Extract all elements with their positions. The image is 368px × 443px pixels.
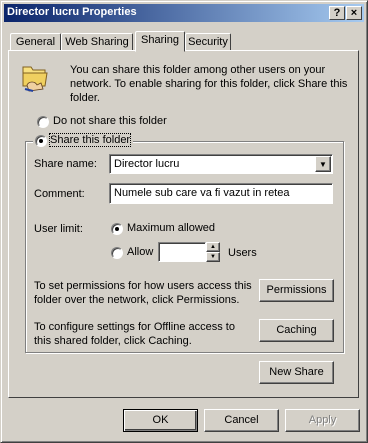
share-this-folder-label[interactable]: Share this folder — [48, 133, 132, 147]
share-this-folder-radio[interactable] — [35, 135, 47, 147]
share-name-value: Director lucru — [114, 158, 180, 170]
tab-security[interactable]: Security — [185, 33, 231, 51]
cancel-button[interactable]: Cancel — [204, 409, 279, 432]
info-text-line2: network. To enable sharing for this fold… — [70, 78, 348, 90]
arrow-up-icon: ▲ — [210, 244, 216, 250]
chevron-down-icon: ▼ — [319, 160, 327, 169]
tab-sharing[interactable]: Sharing — [135, 31, 185, 52]
share-name-label: Share name: — [34, 158, 97, 170]
permissions-text-line2: folder over the network, click Permissio… — [34, 294, 240, 306]
allow-users-input[interactable] — [158, 242, 206, 262]
properties-dialog: Director lucru Properties ? × General We… — [0, 0, 368, 443]
share-group-caption: Share this folder — [33, 133, 133, 148]
do-not-share-radio[interactable] — [37, 116, 49, 128]
permissions-button[interactable]: Permissions — [259, 279, 334, 302]
tab-web-sharing[interactable]: Web Sharing — [61, 33, 133, 51]
ok-button[interactable]: OK — [123, 409, 198, 432]
share-name-combobox[interactable]: Director lucru ▼ — [109, 154, 333, 174]
do-not-share-label[interactable]: Do not share this folder — [53, 115, 167, 127]
title-bar[interactable]: Director lucru Properties ? × — [4, 4, 364, 22]
shared-folder-icon — [21, 61, 49, 93]
users-label: Users — [228, 247, 257, 259]
spin-down-button[interactable]: ▼ — [206, 252, 220, 262]
new-share-button[interactable]: New Share — [259, 361, 334, 384]
caching-text-line2: this shared folder, click Caching. — [34, 335, 192, 347]
close-button[interactable]: × — [346, 6, 362, 20]
maximum-allowed-label[interactable]: Maximum allowed — [127, 222, 215, 234]
spin-up-button[interactable]: ▲ — [206, 242, 220, 252]
help-button[interactable]: ? — [329, 6, 345, 20]
allow-label[interactable]: Allow — [127, 246, 153, 258]
user-limit-label: User limit: — [34, 223, 83, 235]
share-name-dropdown-button[interactable]: ▼ — [315, 156, 331, 172]
arrow-down-icon: ▼ — [210, 254, 216, 260]
caching-text-line1: To configure settings for Offline access… — [34, 321, 235, 333]
permissions-text-line1: To set permissions for how users access … — [34, 280, 252, 292]
caching-button[interactable]: Caching — [259, 319, 334, 342]
info-text-line1: You can share this folder among other us… — [70, 64, 326, 76]
comment-label: Comment: — [34, 188, 85, 200]
tab-sharing-label: Sharing — [141, 34, 179, 46]
apply-button[interactable]: Apply — [285, 409, 360, 432]
window-title: Director lucru Properties — [7, 6, 137, 18]
maximum-allowed-radio[interactable] — [111, 223, 123, 235]
allow-radio[interactable] — [111, 247, 123, 259]
tab-general[interactable]: General — [10, 33, 61, 51]
comment-input[interactable]: Numele sub care va fi vazut in retea — [109, 183, 333, 204]
info-text-line3: folder. — [70, 92, 100, 104]
